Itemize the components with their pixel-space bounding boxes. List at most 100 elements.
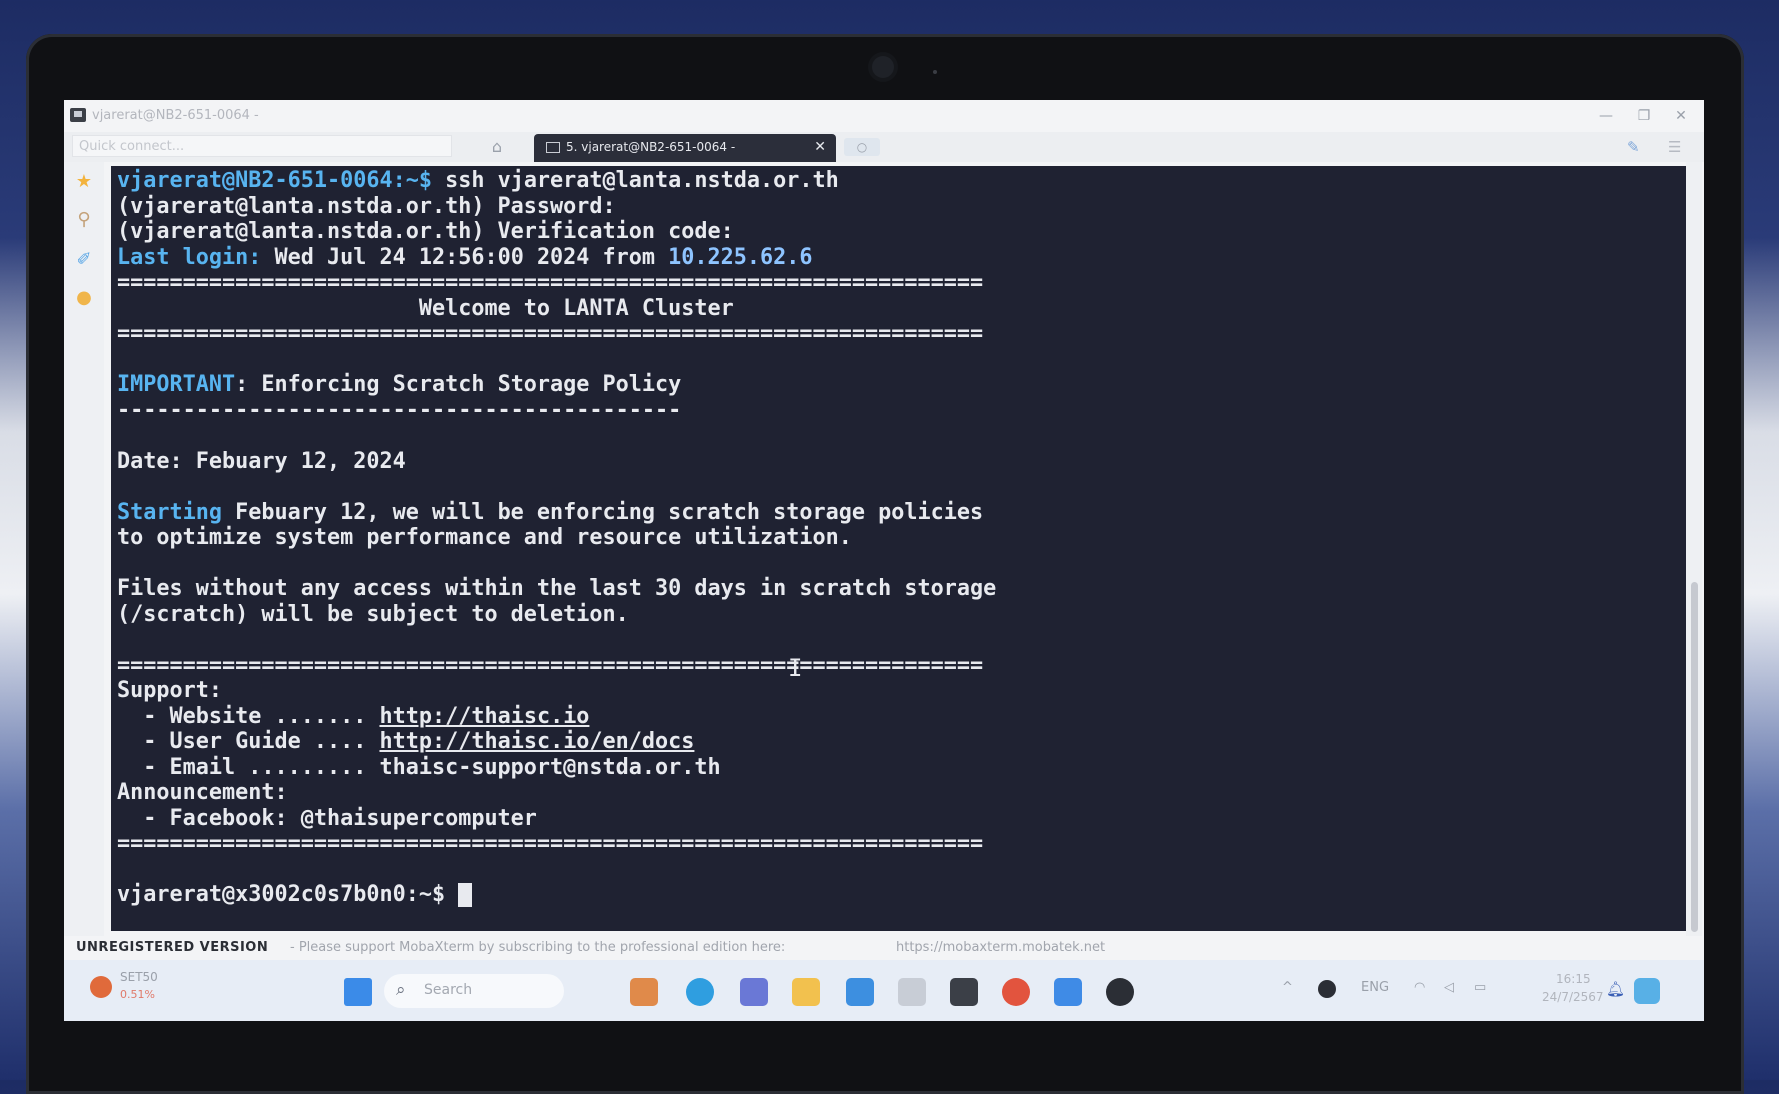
announcement-label: Announcement: (117, 780, 288, 805)
mobaxterm-link[interactable]: https://mobaxterm.mobatek.net (896, 936, 1105, 960)
email-line: - Email ......... thaisc-support@nstda.o… (117, 754, 721, 780)
website-prefix: - Website ....... (117, 703, 380, 729)
local-prompt: vjarerat@NB2-651-0064:~$ (117, 168, 432, 193)
date-line: Date: Febuary 12, 2024 (117, 448, 406, 474)
separator-line: ========================================… (117, 652, 984, 678)
terminal-line: Last login: Wed Jul 24 12:56:00 2024 fro… (117, 245, 996, 271)
separator-line: ========================================… (117, 321, 984, 346)
terminal-line: IMPORTANT: Enforcing Scratch Storage Pol… (117, 372, 996, 398)
notification-bell-icon[interactable]: 🔔︎ (1606, 980, 1625, 998)
mobaxterm-taskbar-icon[interactable] (950, 978, 978, 1006)
terminal-line: Starting Febuary 12, we will be enforcin… (117, 500, 996, 526)
chrome-icon[interactable] (1002, 978, 1030, 1006)
important-text: : Enforcing Scratch Storage Policy (235, 372, 682, 397)
optimize-line: to optimize system performance and resou… (117, 525, 852, 550)
home-tab-icon[interactable]: ⌂ (488, 138, 506, 156)
stock-name: SET50 (120, 970, 158, 984)
clock-date[interactable]: 24/7/2567 (1542, 990, 1604, 1004)
wifi-icon[interactable]: ◠ (1414, 980, 1425, 995)
remote-prompt: vjarerat@x3002c0s7b0n0:~$ (117, 882, 459, 907)
starting-rest: Febuary 12, we will be enforcing scratch… (221, 499, 984, 525)
terminal-line: - Website ....... http://thaisc.io (117, 704, 996, 730)
scrollbar-thumb[interactable] (1691, 582, 1698, 932)
stock-change: 0.51% (120, 988, 155, 1001)
last-login-label: Last login: (117, 244, 262, 270)
close-window-button[interactable]: ✕ (1667, 104, 1695, 128)
clock-time[interactable]: 16:15 (1556, 972, 1591, 986)
verification-prompt: (vjarerat@lanta.nstda.or.th) Verificatio… (117, 219, 734, 244)
media-player-icon[interactable] (1106, 978, 1134, 1006)
terminal-line: - User Guide .... http://thaisc.io/en/do… (117, 729, 996, 755)
session-tab-bar: Quick connect... ⌂ 5. vjarerat@NB2-651-0… (64, 132, 1704, 162)
user-guide-link[interactable]: http://thaisc.io/en/docs (379, 729, 694, 754)
unregistered-label: UNREGISTERED VERSION (76, 940, 269, 955)
start-menu-icon[interactable] (344, 978, 372, 1006)
mouse-text-cursor: I (788, 654, 803, 682)
taskbar-search[interactable]: ⌕ Search (384, 974, 564, 1008)
laptop-screen: vjarerat@NB2-651-0064 - — ❐ ✕ Quick conn… (64, 100, 1704, 1021)
facebook-line: - Facebook: @thaisupercomputer (117, 805, 537, 831)
window-titlebar: vjarerat@NB2-651-0064 - — ❐ ✕ (64, 100, 1704, 132)
language-indicator[interactable]: ENG (1361, 980, 1389, 995)
last-login-time: Wed Jul 24 12:56:00 2024 from (261, 244, 669, 270)
separator-line: ========================================… (117, 270, 984, 295)
paperclip-icon[interactable]: ✎ (1627, 138, 1645, 156)
battery-icon[interactable]: ▭ (1474, 980, 1486, 995)
dash-separator: ----------------------------------------… (117, 397, 682, 423)
search-icon: ⌕ (396, 980, 406, 1000)
close-tab-button[interactable]: ✕ (814, 139, 826, 155)
macros-icon[interactable]: ✐ (74, 250, 94, 270)
mail-icon[interactable] (846, 978, 874, 1006)
guide-prefix: - User Guide .... (117, 729, 380, 754)
quick-connect-input[interactable]: Quick connect... (72, 135, 452, 157)
windows-taskbar: SET50 0.51% ⌕ Search ^ ENG ◠ ◁ ▭ 16:15 2… (64, 960, 1704, 1021)
menu-icon[interactable]: ☰ (1668, 138, 1686, 156)
new-tab-button[interactable]: ○ (844, 138, 880, 156)
tools-icon[interactable]: ⚲ (74, 210, 94, 230)
file-explorer-icon[interactable] (792, 978, 820, 1006)
tab-ssh-session[interactable]: 5. vjarerat@NB2-651-0064 - ✕ (534, 134, 836, 162)
widget-corner-icon[interactable] (1634, 978, 1660, 1004)
store-icon[interactable] (630, 978, 658, 1006)
tray-chevron-icon[interactable]: ^ (1282, 980, 1293, 995)
side-toolbar: ★ ⚲ ✐ ● (64, 162, 104, 936)
teams-icon[interactable] (740, 978, 768, 1006)
terminal-output[interactable]: vjarerat@NB2-651-0064:~$ ssh vjarerat@la… (111, 166, 1687, 931)
welcome-banner: Welcome to LANTA Cluster (117, 295, 734, 321)
window-title: vjarerat@NB2-651-0064 - (92, 108, 259, 123)
maximize-button[interactable]: ❐ (1630, 104, 1658, 128)
mobaxterm-app-icon (70, 108, 86, 122)
star-icon[interactable]: ★ (74, 172, 94, 192)
separator-line: ========================================… (117, 831, 984, 856)
terminal-cursor (458, 883, 473, 907)
status-bar: UNREGISTERED VERSION - Please support Mo… (64, 936, 1704, 960)
support-message: - Please support MobaXterm by subscribin… (290, 940, 786, 955)
terminal-scrollbar[interactable] (1686, 162, 1702, 936)
snipping-tool-icon[interactable] (898, 978, 926, 1006)
tray-app-icon[interactable] (1318, 980, 1336, 998)
ssh-command: ssh vjarerat@lanta.nstda.or.th (431, 168, 839, 193)
volume-icon[interactable]: ◁ (1444, 980, 1454, 995)
website-link[interactable]: http://thaisc.io (379, 704, 589, 729)
password-prompt: (vjarerat@lanta.nstda.or.th) Password: (117, 193, 616, 219)
edge-browser-icon[interactable] (686, 978, 714, 1006)
scratch-line: (/scratch) will be subject to deletion. (117, 601, 629, 627)
tab-label: 5. vjarerat@NB2-651-0064 - (566, 140, 736, 154)
last-login-ip: 10.225.62.6 (668, 244, 813, 270)
notepad-icon[interactable] (1054, 978, 1082, 1006)
stock-widget-icon[interactable] (90, 976, 112, 998)
search-placeholder: Search (424, 982, 473, 998)
sftp-icon[interactable]: ● (74, 288, 94, 308)
terminal-line: vjarerat@x3002c0s7b0n0:~$ (117, 882, 996, 908)
webcam (872, 56, 894, 78)
webcam-indicator (933, 70, 937, 74)
terminal-tab-icon (546, 142, 560, 153)
support-label: Support: (117, 678, 222, 703)
minimize-button[interactable]: — (1592, 104, 1620, 128)
